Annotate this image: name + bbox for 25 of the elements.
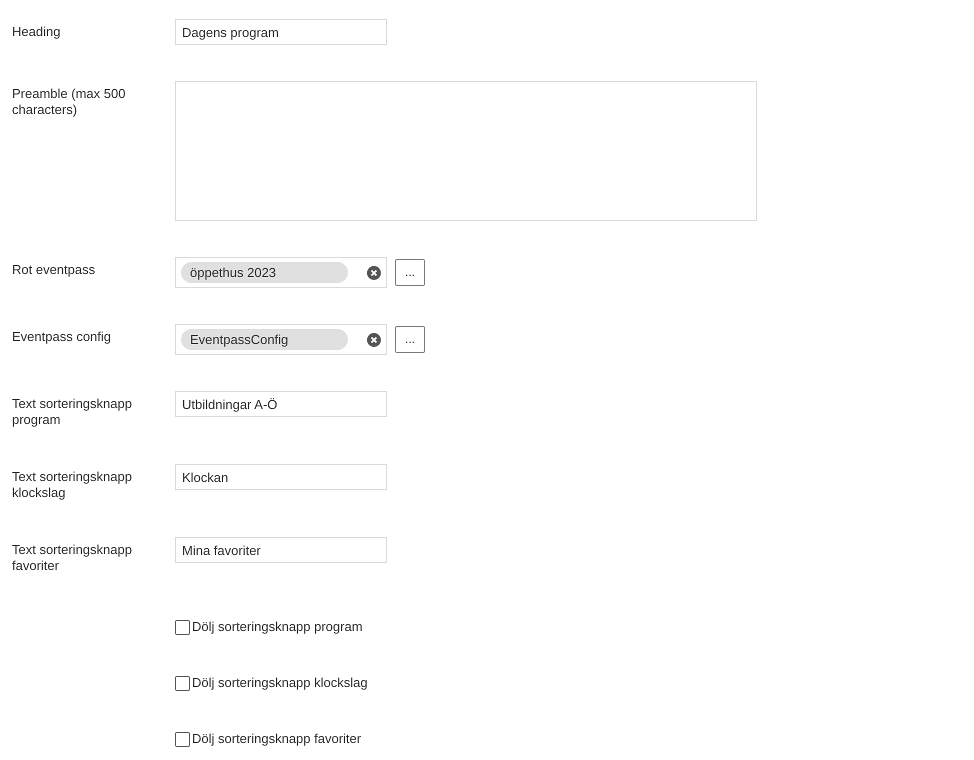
checkbox[interactable] <box>175 620 190 634</box>
remove-icon[interactable] <box>367 266 381 280</box>
content-picker[interactable]: EventpassConfig <box>175 324 387 355</box>
field-label: Eventpass config <box>12 329 112 345</box>
selected-item-tag: EventpassConfig <box>181 329 348 350</box>
field-label: Text sorteringsknapp program <box>12 396 133 428</box>
selected-item-tag: öppethus 2023 <box>181 262 348 283</box>
field-label: Heading <box>12 24 62 40</box>
text-field[interactable]: Dagens program <box>175 19 387 45</box>
remove-icon[interactable] <box>367 332 381 346</box>
text-field[interactable]: Klockan <box>175 464 387 490</box>
checkbox-option[interactable]: Dölj sorteringsknapp favoriter <box>175 729 362 749</box>
field-label: Rot eventpass <box>12 262 96 278</box>
checkbox-option[interactable]: Dölj sorteringsknapp klockslag <box>175 673 368 693</box>
checkbox-option[interactable]: Dölj sorteringsknapp program <box>175 617 363 637</box>
field-label: Preamble (max 500 characters) <box>12 86 126 118</box>
checkbox[interactable] <box>175 732 190 746</box>
field-label: Text sorteringsknapp klockslag <box>12 469 133 501</box>
checkbox[interactable] <box>175 676 190 690</box>
field-label: Text sorteringsknapp favoriter <box>12 542 133 574</box>
browse-button[interactable]: ... <box>395 259 425 286</box>
text-field[interactable]: Mina favoriter <box>175 537 387 563</box>
content-picker[interactable]: öppethus 2023 <box>175 257 387 288</box>
text-field[interactable]: Utbildningar A-Ö <box>175 391 387 417</box>
browse-button[interactable]: ... <box>395 326 425 353</box>
